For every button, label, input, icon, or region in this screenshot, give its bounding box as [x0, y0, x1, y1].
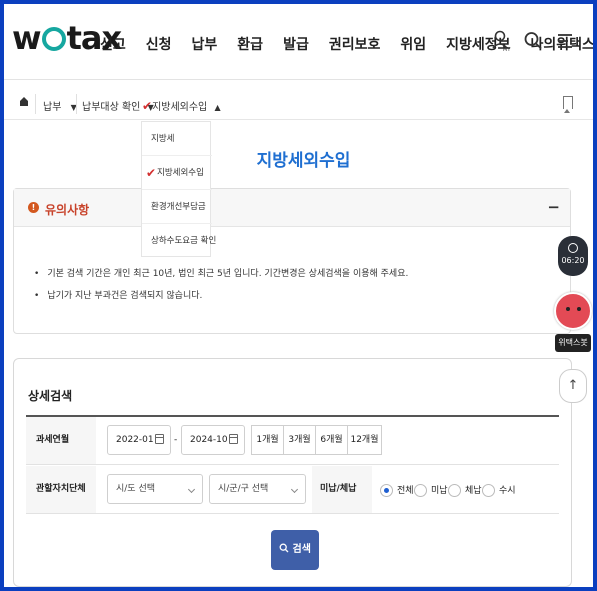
dropdown-item-water-bill[interactable]: 상하수도요금 확인 [142, 224, 216, 258]
session-timer[interactable]: 06:20 [558, 236, 588, 276]
notice-panel: ! 유의사항 − 기본 검색 기간은 개인 최근 10년, 법인 최근 5년 입… [13, 188, 571, 334]
search-button[interactable]: 검색 [271, 530, 319, 570]
org-row: 관할자치단체 시/도 선택 시/군/구 선택 미납/체납 전체 미납 체납 수시 [26, 466, 559, 514]
search-title: 상세검색 [28, 389, 73, 403]
sido-select[interactable]: 시/도 선택 [107, 474, 203, 504]
breadcrumb-pay-label: 납부 [43, 102, 62, 113]
breadcrumb-dropdown: 지방세 ✔ 지방세외수입 환경개선부담금 상하수도요금 확인 [141, 121, 216, 258]
bookmark-icon[interactable] [563, 96, 573, 113]
period-to-value: 2024-10 [190, 435, 228, 445]
nav-item-refund[interactable]: 환급 [237, 34, 263, 54]
radio-unpaid[interactable]: 미납 [414, 483, 448, 497]
breadcrumb: 납부 ▼ 납부대상 확인 ▼ ✔지방세외수입 ▲ [4, 90, 593, 120]
clock-icon [568, 243, 578, 253]
sido-select-value: 시/도 선택 [116, 484, 156, 494]
calendar-icon[interactable] [155, 434, 164, 444]
notice-item: 기본 검색 기간은 개인 최근 10년, 법인 최근 5년 입니다. 기간변경은… [34, 266, 408, 279]
breadcrumb-non-tax-label: 지방세외수입 [152, 102, 208, 113]
site-header: w tax 신고 신청 납부 환급 발급 권리보호 위임 지방세정보 나의위택스 … [4, 4, 593, 80]
breadcrumb-non-tax[interactable]: ✔지방세외수입 ▲ [142, 98, 221, 113]
period-separator: - [174, 435, 178, 445]
sigungu-select-value: 시/군/구 선택 [218, 484, 269, 494]
page-title: 지방세외수입 [256, 151, 351, 171]
sigungu-select[interactable]: 시/군/구 선택 [209, 474, 306, 504]
notice-header[interactable]: ! 유의사항 − [14, 189, 570, 227]
dropdown-item-non-tax-label: 지방세외수입 [157, 168, 204, 178]
search-button-label: 검색 [292, 544, 311, 555]
period-label: 과세연월 [26, 417, 96, 464]
radio-delinquent-label: 체납 [465, 486, 482, 496]
nav-item-rights[interactable]: 권리보호 [329, 34, 381, 54]
search-icon[interactable] [523, 30, 543, 52]
search-icon [279, 543, 292, 555]
page-frame: w tax 신고 신청 납부 환급 발급 권리보호 위임 지방세정보 나의위택스 … [4, 4, 593, 587]
dropdown-item-env-charge[interactable]: 환경개선부담금 [142, 190, 212, 224]
org-label: 관할자치단체 [26, 466, 96, 513]
period-12m-button[interactable]: 12개월 [347, 425, 382, 455]
period-from-input[interactable]: 2022-01 [107, 425, 171, 455]
warning-icon: ! [28, 202, 39, 213]
check-icon: ✔ [142, 99, 153, 113]
dropdown-item-local-tax[interactable]: 지방세 [142, 122, 212, 156]
breadcrumb-pay[interactable]: 납부 ▼ [43, 98, 77, 113]
session-timer-value: 06:20 [561, 256, 585, 265]
period-3m-button[interactable]: 3개월 [283, 425, 316, 455]
radio-unpaid-label: 미납 [431, 486, 448, 496]
period-6m-button[interactable]: 6개월 [315, 425, 348, 455]
radio-occasional[interactable]: 수시 [482, 483, 516, 497]
menu-icon[interactable] [555, 30, 575, 52]
check-icon: ✔ [146, 166, 157, 180]
nav-item-pay[interactable]: 납부 [192, 34, 218, 54]
period-to-input[interactable]: 2024-10 [181, 425, 245, 455]
user-badge: MY [503, 47, 511, 52]
detail-search-panel: 상세검색 과세연월 2022-01 - 2024-10 1개월 3개월 6개월 … [13, 358, 572, 587]
nav-item-issue[interactable]: 발급 [283, 34, 309, 54]
nav-item-report[interactable]: 신고 [100, 34, 126, 54]
pay-status-label: 미납/체납 [312, 466, 372, 513]
period-1m-button[interactable]: 1개월 [251, 425, 284, 455]
collapse-icon[interactable]: − [547, 198, 560, 216]
chevron-up-icon: ▲ [214, 103, 221, 112]
nav-item-delegate[interactable]: 위임 [400, 34, 426, 54]
dropdown-item-non-tax[interactable]: ✔ 지방세외수입 [142, 156, 212, 190]
notice-item: 납기가 지난 부과건은 검색되지 않습니다. [34, 288, 408, 301]
chatbot-label[interactable]: 위택스봇 [555, 334, 591, 352]
chevron-down-icon [187, 485, 196, 494]
radio-delinquent[interactable]: 체납 [448, 483, 482, 497]
calendar-icon[interactable] [229, 434, 238, 444]
user-icon[interactable]: MY [491, 30, 511, 53]
header-icons: MY [491, 30, 575, 53]
notice-list: 기본 검색 기간은 개인 최근 10년, 법인 최근 5년 입니다. 기간변경은… [34, 266, 408, 310]
radio-all-label: 전체 [397, 486, 414, 496]
radio-occasional-label: 수시 [499, 486, 516, 496]
chevron-down-icon [290, 485, 299, 494]
chatbot-mascot-icon[interactable] [554, 292, 592, 330]
scroll-top-button[interactable]: ↑ [559, 369, 587, 403]
radio-all[interactable]: 전체 [380, 483, 414, 497]
breadcrumb-pay-target-label: 납부대상 확인 [82, 102, 141, 113]
period-row: 과세연월 2022-01 - 2024-10 1개월 3개월 6개월 12개월 [26, 417, 559, 465]
notice-title: 유의사항 [45, 203, 90, 217]
period-from-value: 2022-01 [116, 435, 154, 445]
home-icon[interactable] [19, 95, 29, 110]
nav-item-apply[interactable]: 신청 [146, 34, 172, 54]
